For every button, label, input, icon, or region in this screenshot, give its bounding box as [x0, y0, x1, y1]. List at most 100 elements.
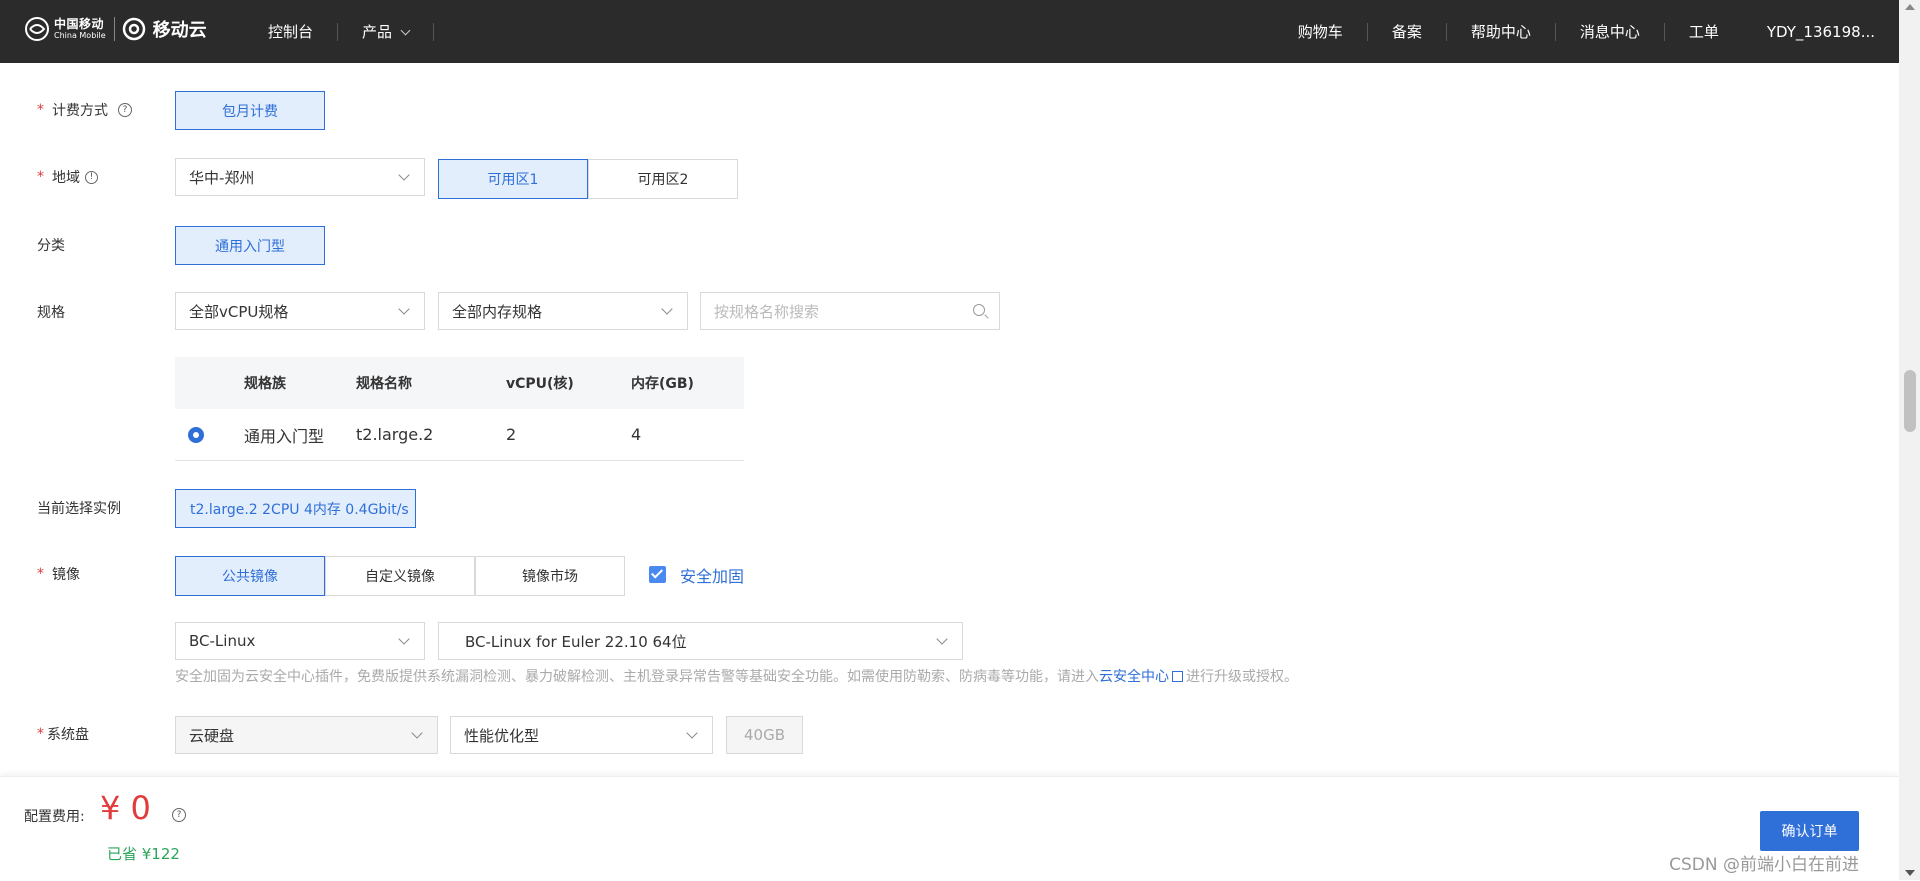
spec-label-row: 规格 — [37, 302, 65, 322]
category-general-button[interactable]: 通用入门型 — [175, 226, 325, 265]
order-footer: 配置费用: ¥ 0 ? 已省 ¥122 确认订单 CSDN @前端小白在前进 — [0, 776, 1899, 881]
category-label-row: 分类 — [37, 235, 65, 255]
help-question-icon[interactable]: ? — [118, 103, 132, 117]
os-select-value: BC-Linux — [189, 632, 256, 650]
memory-filter-select[interactable]: 全部内存规格 — [438, 292, 688, 330]
memory-filter-value: 全部内存规格 — [452, 302, 543, 321]
chevron-down-icon — [398, 303, 410, 315]
zone-2-button[interactable]: 可用区2 — [588, 159, 738, 199]
scroll-up-arrow-icon[interactable] — [1905, 4, 1915, 10]
billing-label-row: * 计费方式 ? — [37, 100, 132, 120]
security-hint-text: 安全加固为云安全中心插件，免费版提供系统漏洞检测、暴力破解检测、主机登录异常告警… — [175, 666, 1298, 686]
required-mark: * — [37, 102, 44, 118]
logo-cloud-text: 移动云 — [152, 20, 207, 41]
required-mark: * — [37, 726, 44, 742]
nav-ticket[interactable]: 工单 — [1665, 21, 1743, 42]
system-disk-label: 系统盘 — [47, 727, 89, 743]
chevron-down-icon — [398, 169, 410, 181]
logo-cn-text: 中国移动 — [54, 17, 105, 31]
china-mobile-logo-icon — [25, 17, 49, 41]
os-version-value: BC-Linux for Euler 22.10 64位 — [465, 632, 687, 651]
image-label: 镜像 — [52, 567, 80, 583]
billing-monthly-button[interactable]: 包月计费 — [175, 91, 325, 130]
info-icon[interactable]: ! — [85, 170, 98, 184]
current-instance-label-row: 当前选择实例 — [37, 498, 121, 518]
col-header-family: 规格族 — [244, 376, 286, 392]
logo-en-text: China Mobile — [54, 31, 106, 40]
cell-memory: 4 — [631, 425, 642, 444]
vcpu-filter-value: 全部vCPU规格 — [189, 302, 289, 321]
col-header-name: 规格名称 — [356, 376, 412, 392]
chevron-down-icon — [686, 727, 698, 739]
nav-cart[interactable]: 购物车 — [1274, 21, 1367, 42]
os-version-select[interactable]: BC-Linux for Euler 22.10 64位 — [438, 622, 963, 660]
chevron-down-icon — [936, 633, 948, 645]
disk-type-value: 云硬盘 — [189, 726, 235, 745]
spec-search-placeholder: 按规格名称搜索 — [714, 302, 820, 321]
os-select[interactable]: BC-Linux — [175, 622, 425, 660]
region-label-row: * 地域 ! — [37, 167, 98, 187]
fee-label: 配置费用: — [24, 809, 85, 825]
fee-value: ¥ 0 — [100, 789, 151, 827]
vcpu-filter-select[interactable]: 全部vCPU规格 — [175, 292, 425, 330]
cell-name: t2.large.2 — [356, 425, 434, 444]
hint-prefix: 安全加固为云安全中心插件，免费版提供系统漏洞检测、暴力破解检测、主机登录异常告警… — [175, 669, 1099, 685]
region-select[interactable]: 华中-郑州 — [175, 158, 425, 196]
nav-left: 控制台 产品 — [244, 0, 435, 63]
tab-custom-image[interactable]: 自定义镜像 — [325, 556, 475, 596]
cell-vcpu: 2 — [506, 425, 517, 444]
tab-public-image[interactable]: 公共镜像 — [175, 556, 325, 596]
china-mobile-logo[interactable]: 中国移动 China Mobile 移动云 — [24, 16, 207, 42]
chevron-down-icon — [661, 303, 673, 315]
disk-performance-select[interactable]: 性能优化型 — [450, 716, 713, 754]
current-instance-label: 当前选择实例 — [37, 501, 121, 517]
tab-image-market[interactable]: 镜像市场 — [475, 556, 625, 596]
current-instance-tag: t2.large.2 2CPU 4内存 0.4Gbit/s — [175, 489, 416, 528]
spec-table: 规格族 规格名称 vCPU(核) 内存(GB) 通用入门型 t2.large.2… — [175, 357, 744, 461]
spec-search-input[interactable]: 按规格名称搜索 — [700, 292, 1000, 330]
logo-text: 中国移动 China Mobile — [54, 18, 106, 40]
hint-suffix: 进行升级或授权。 — [1186, 669, 1298, 685]
mobile-cloud-logo-icon — [122, 17, 145, 41]
external-link-icon — [1172, 671, 1183, 682]
logo-divider — [113, 17, 115, 41]
category-label: 分类 — [37, 238, 65, 254]
nav-console[interactable]: 控制台 — [244, 21, 337, 42]
disk-size-input: 40GB — [726, 716, 803, 754]
disk-performance-value: 性能优化型 — [464, 726, 540, 745]
col-header-memory: 内存(GB) — [631, 376, 694, 392]
nav-message-center[interactable]: 消息中心 — [1556, 21, 1664, 42]
required-mark: * — [37, 566, 44, 582]
security-hardening-label[interactable]: 安全加固 — [680, 563, 744, 587]
nav-filing[interactable]: 备案 — [1368, 21, 1446, 42]
billing-label: 计费方式 — [52, 103, 108, 119]
page-scrollbar[interactable] — [1899, 0, 1920, 880]
security-center-link[interactable]: 云安全中心 — [1099, 669, 1169, 685]
chevron-down-icon — [398, 633, 410, 645]
search-icon[interactable] — [973, 304, 985, 316]
disk-type-select[interactable]: 云硬盘 — [175, 716, 438, 754]
col-header-vcpu: vCPU(核) — [506, 376, 574, 392]
nav-products-label: 产品 — [362, 23, 393, 41]
confirm-order-button[interactable]: 确认订单 — [1760, 811, 1859, 851]
saved-amount: 已省 ¥122 — [107, 845, 180, 863]
region-label: 地域 — [52, 170, 80, 186]
help-question-icon[interactable]: ? — [172, 808, 186, 822]
nav-help-center[interactable]: 帮助中心 — [1447, 21, 1555, 42]
system-disk-label-row: * 系统盘 — [37, 724, 89, 744]
region-select-value: 华中-郑州 — [189, 168, 255, 187]
zone-1-button[interactable]: 可用区1 — [438, 159, 588, 199]
table-row[interactable]: 通用入门型 t2.large.2 2 4 — [175, 409, 744, 461]
nav-divider — [433, 22, 435, 41]
cell-family: 通用入门型 — [244, 426, 325, 446]
scroll-thumb[interactable] — [1904, 370, 1916, 432]
watermark: CSDN @前端小白在前进 — [1669, 855, 1859, 875]
scroll-down-arrow-icon[interactable] — [1905, 870, 1915, 876]
nav-products[interactable]: 产品 — [338, 21, 433, 42]
user-account[interactable]: YDY_136198... — [1743, 23, 1875, 41]
chevron-down-icon — [411, 727, 423, 739]
spec-label: 规格 — [37, 305, 65, 321]
spec-radio-selected[interactable] — [188, 427, 204, 443]
top-navigation-bar: 中国移动 China Mobile 移动云 控制台 产品 购物车 备案 帮助中心… — [0, 0, 1899, 63]
security-hardening-checkbox[interactable] — [649, 566, 666, 583]
